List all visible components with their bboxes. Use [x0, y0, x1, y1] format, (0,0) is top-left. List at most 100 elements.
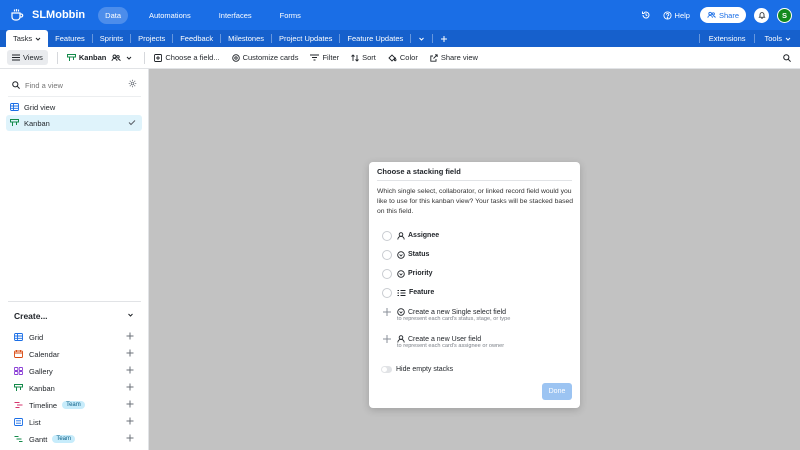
grid-icon [14, 333, 23, 341]
option-hint: to represent each card's status, stage, … [397, 316, 511, 322]
create-heading[interactable]: Create... [14, 311, 48, 321]
radio-button[interactable] [382, 287, 392, 298]
nav-tab-data[interactable]: Data [98, 6, 128, 24]
app-name[interactable]: SLMobbin [32, 9, 85, 21]
tools-label: Tools [764, 34, 782, 43]
sort-icon [351, 53, 359, 62]
bell-icon [757, 11, 766, 19]
customize-cards-label: Customize cards [242, 53, 299, 62]
search-icon[interactable] [783, 54, 791, 62]
create-gallery[interactable]: Gallery [14, 365, 134, 377]
help-icon [662, 10, 672, 20]
team-badge: Team [62, 401, 85, 409]
external-share-icon [430, 53, 438, 62]
choose-field-button[interactable]: Choose a field... [154, 53, 220, 62]
table-tab-feature-updates[interactable]: Feature Updates [340, 30, 410, 47]
option-status[interactable]: Status [382, 249, 429, 260]
toolbar-divider [144, 51, 146, 64]
timeline-icon [14, 401, 23, 409]
more-tables-button[interactable] [411, 30, 432, 47]
list-icon [14, 418, 23, 426]
table-tab-tasks[interactable]: Tasks [6, 30, 49, 47]
table-tab-features[interactable]: Features [48, 30, 92, 47]
done-button[interactable]: Done [542, 383, 572, 400]
gantt-icon [14, 435, 23, 443]
table-tab-project-updates[interactable]: Project Updates [272, 30, 339, 47]
sidebar-divider [8, 301, 141, 302]
people-icon [707, 11, 716, 19]
table-tab-feedback[interactable]: Feedback [173, 30, 220, 47]
create-item-label: List [29, 417, 41, 427]
help-label: Help [674, 10, 690, 20]
plus-icon [126, 349, 134, 357]
create-single-select-option[interactable]: Create a new Single select field to repr… [382, 307, 572, 322]
option-priority[interactable]: Priority [382, 268, 433, 279]
nav-tab-interfaces[interactable]: Interfaces [212, 7, 259, 24]
views-button[interactable]: Views [7, 50, 48, 65]
create-kanban[interactable]: Kanban [14, 382, 134, 394]
chevron-down-icon [126, 55, 132, 61]
create-list[interactable]: List [14, 416, 134, 428]
table-tabs-bar: Tasks Features Sprints Projects Feedback… [0, 30, 800, 47]
share-button[interactable]: Share [699, 7, 746, 23]
radio-button[interactable] [382, 268, 392, 279]
stacking-field-dialog: Choose a stacking field Which single sel… [369, 162, 580, 408]
filter-button[interactable]: Filter [310, 53, 339, 62]
single-select-icon [397, 250, 405, 259]
create-grid[interactable]: Grid [14, 331, 134, 343]
table-tab-milestones[interactable]: Milestones [221, 30, 271, 47]
find-view-input[interactable] [25, 80, 110, 90]
customize-cards-button[interactable]: Customize cards [231, 53, 299, 62]
current-view-selector[interactable]: Kanban [66, 53, 133, 62]
create-user-option[interactable]: Create a new User field to represent eac… [382, 334, 572, 349]
coffee-cup-logo-icon[interactable] [9, 7, 25, 23]
table-tab-projects[interactable]: Projects [131, 30, 172, 47]
option-assignee[interactable]: Assignee [382, 230, 439, 241]
user-icon [397, 335, 405, 343]
create-gantt[interactable]: Gantt Team [14, 433, 134, 445]
radio-button[interactable] [382, 249, 392, 260]
plus-icon [382, 334, 392, 344]
tools-button[interactable]: Tools [755, 30, 800, 47]
option-label: Create a new User field [408, 335, 482, 343]
sidebar-view-kanban[interactable]: Kanban [6, 115, 142, 131]
hamburger-icon [12, 54, 20, 61]
chevron-down-icon[interactable] [127, 312, 134, 318]
current-view-label: Kanban [78, 53, 107, 62]
filter-label: Filter [322, 53, 340, 62]
share-view-button[interactable]: Share view [430, 53, 478, 62]
add-table-button[interactable] [433, 30, 455, 47]
chevron-down-icon [418, 36, 425, 42]
sidebar-view-grid[interactable]: Grid view [6, 99, 142, 115]
plus-icon [126, 366, 134, 374]
calendar-icon [14, 350, 23, 358]
table-bar-right: Extensions Tools [698, 30, 800, 47]
option-label: Assignee [408, 232, 440, 239]
hide-empty-stacks-row: Hide empty stacks [381, 366, 453, 373]
nav-tab-forms[interactable]: Forms [273, 7, 308, 24]
create-calendar[interactable]: Calendar [14, 348, 134, 360]
gear-icon[interactable] [128, 79, 137, 88]
create-timeline[interactable]: Timeline Team [14, 399, 134, 411]
extensions-button[interactable]: Extensions [700, 30, 755, 47]
help-button[interactable]: Help [662, 10, 690, 20]
create-item-label: Timeline [29, 400, 58, 410]
option-hint: to represent each card's assignee or own… [397, 343, 505, 349]
history-icon[interactable] [641, 10, 651, 20]
table-tab-sprints[interactable]: Sprints [93, 30, 130, 47]
grid-icon [10, 103, 19, 111]
nav-tab-automations[interactable]: Automations [142, 7, 198, 24]
sort-button[interactable]: Sort [351, 53, 376, 62]
hide-empty-toggle[interactable] [381, 366, 392, 373]
plus-icon [382, 307, 392, 317]
user-avatar[interactable]: S [777, 7, 792, 23]
color-button[interactable]: Color [388, 53, 418, 62]
chevron-down-icon [785, 36, 791, 42]
notifications-button[interactable] [754, 7, 769, 23]
plus-icon [440, 35, 448, 43]
radio-button[interactable] [382, 230, 392, 241]
option-feature[interactable]: Feature [382, 287, 434, 298]
view-label: Grid view [24, 102, 56, 112]
view-label: Kanban [24, 118, 50, 128]
checkmark-icon [128, 119, 136, 126]
